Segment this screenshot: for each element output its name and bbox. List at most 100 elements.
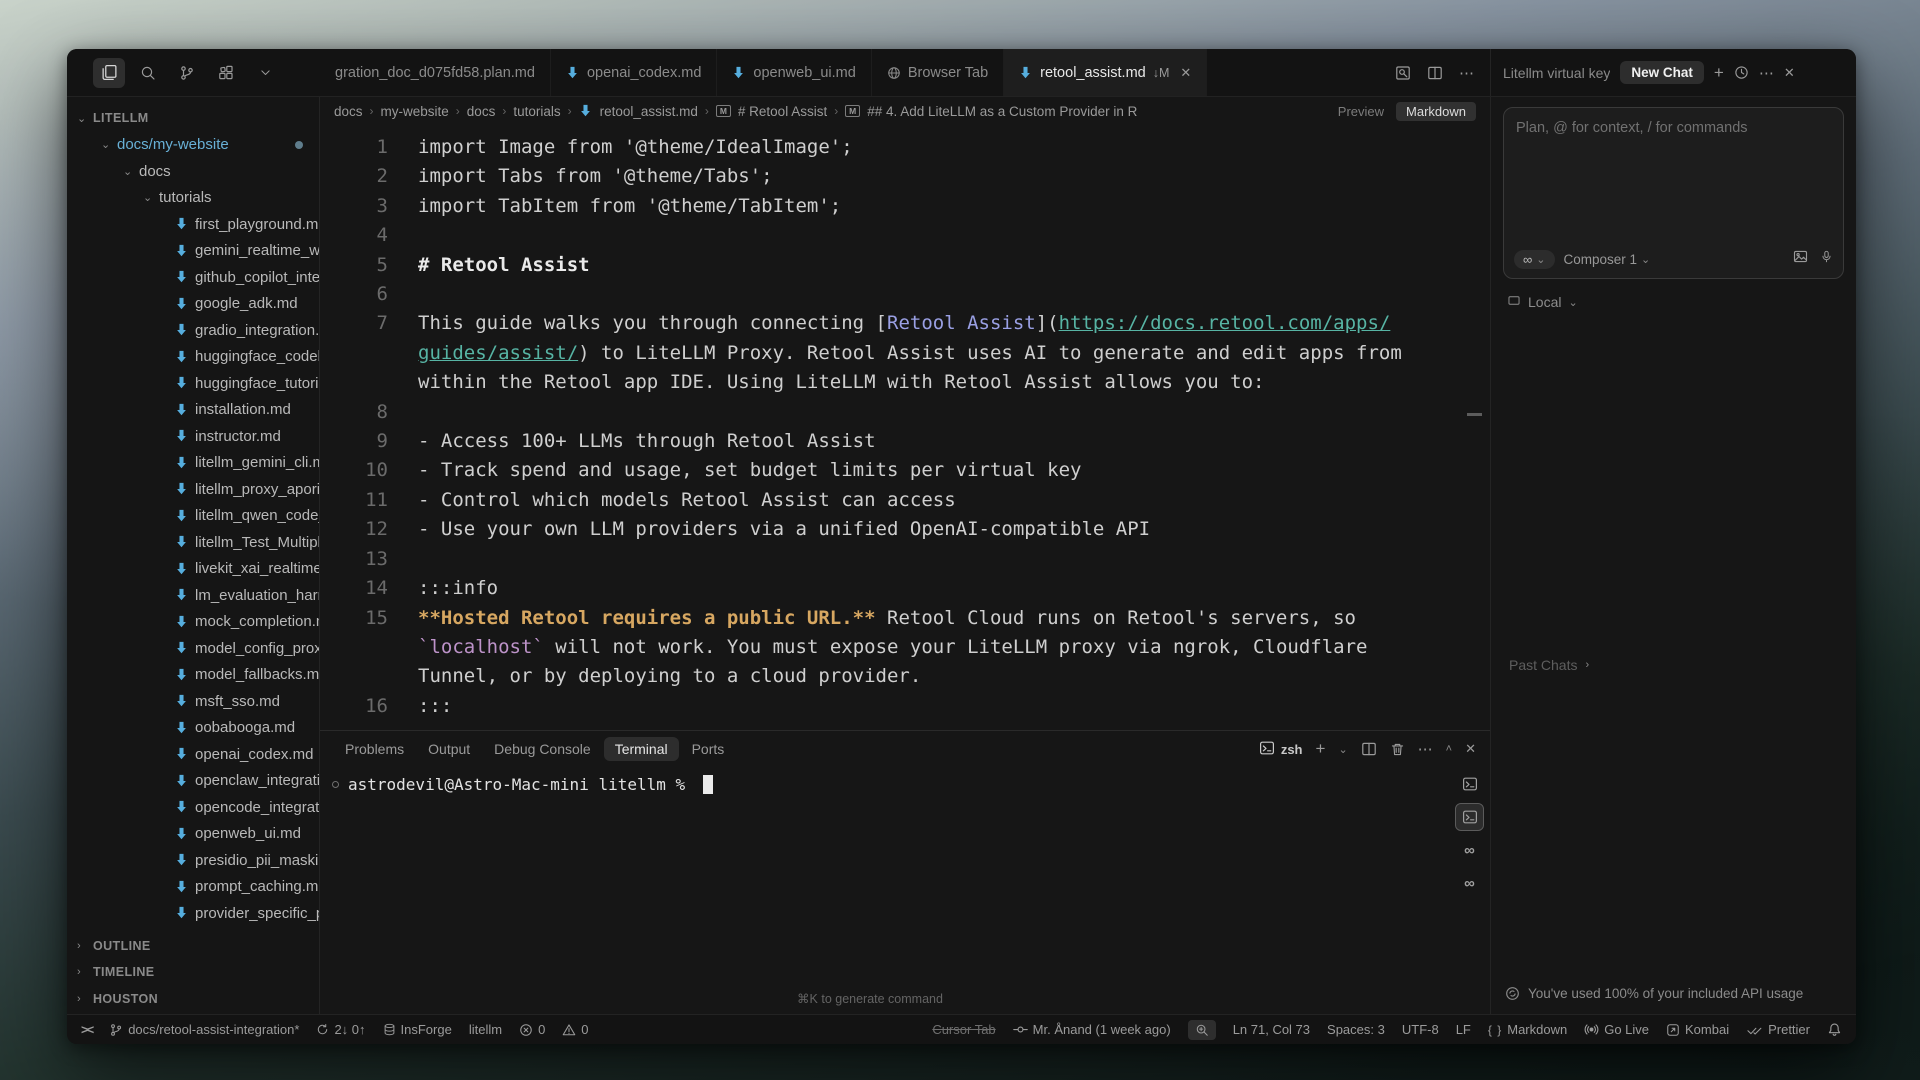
editor-tab[interactable]: Browser Tab xyxy=(872,49,1004,96)
status-item-2-0-[interactable]: 2↓ 0↑ xyxy=(316,1022,365,1037)
terminal-prompt-line[interactable]: astrodevil@Astro-Mac-mini litellm % xyxy=(320,767,1490,794)
source-control-icon[interactable] xyxy=(171,58,203,88)
status-item[interactable] xyxy=(1188,1020,1216,1040)
chat-input-box[interactable]: Plan, @ for context, / for commands ∞ ⌄ … xyxy=(1503,107,1844,279)
status-item-docs-retool-assist-integ[interactable]: docs/retool-assist-integration* xyxy=(109,1022,299,1037)
editor-tab[interactable]: gration_doc_d075fd58.plan.md xyxy=(320,49,551,96)
sidebar-project-header[interactable]: ⌄ LITELLM xyxy=(67,105,319,132)
status-item[interactable]: >< xyxy=(81,1022,92,1037)
file-tree-item[interactable]: openai_codex.md xyxy=(67,741,319,768)
infinity-icon[interactable]: ∞ xyxy=(1456,837,1483,863)
file-tree-item[interactable]: msft_sso.md xyxy=(67,688,319,715)
shell-chip[interactable]: zsh xyxy=(1259,740,1303,759)
editor-tab[interactable]: retool_assist.md↓M✕ xyxy=(1004,49,1207,96)
file-tree-item[interactable]: instructor.md xyxy=(67,423,319,450)
status-item-cursor-tab[interactable]: Cursor Tab xyxy=(932,1022,995,1037)
microphone-icon[interactable] xyxy=(1820,249,1833,269)
sidebar-section-outline[interactable]: ›OUTLINE xyxy=(67,933,319,960)
new-terminal-icon[interactable]: + xyxy=(1316,739,1326,759)
tree-item-tutorials[interactable]: ⌄ tutorials xyxy=(67,185,319,212)
panel-tab-debug-console[interactable]: Debug Console xyxy=(483,737,602,761)
terminal-dropdown-icon[interactable]: ⌄ xyxy=(1338,743,1347,756)
files-icon[interactable] xyxy=(93,58,125,88)
file-tree-item[interactable]: presidio_pii_masking.md xyxy=(67,847,319,874)
chat-history-icon[interactable] xyxy=(1734,65,1749,80)
chat-tab-previous[interactable]: Litellm virtual key xyxy=(1503,65,1610,81)
file-tree-item[interactable]: google_adk.md xyxy=(67,291,319,318)
maximize-panel-icon[interactable]: ˄ xyxy=(1446,743,1452,755)
search-icon[interactable] xyxy=(132,58,164,88)
markdown-mode-button[interactable]: Markdown xyxy=(1396,102,1476,121)
file-tree-item[interactable]: litellm_Test_Multiple_Pr... xyxy=(67,529,319,556)
file-tree-item[interactable]: huggingface_tutorial.md xyxy=(67,370,319,397)
tree-item-root[interactable]: ⌄ docs/my-website xyxy=(67,132,319,159)
preview-button[interactable]: Preview xyxy=(1338,104,1384,119)
file-tree-item[interactable]: oobabooga.md xyxy=(67,715,319,742)
extensions-icon[interactable] xyxy=(210,58,242,88)
breadcrumb-item[interactable]: my-website xyxy=(381,104,449,119)
status-item-utf-8[interactable]: UTF-8 xyxy=(1402,1022,1439,1037)
infinity-icon[interactable]: ∞ xyxy=(1456,870,1483,896)
file-tree-item[interactable]: litellm_qwen_code_cli.md xyxy=(67,503,319,530)
status-item-spaces-3[interactable]: Spaces: 3 xyxy=(1327,1022,1385,1037)
status-item-0[interactable]: 0 xyxy=(562,1022,588,1037)
model-selector[interactable]: Composer 1 ⌄ xyxy=(1564,252,1651,267)
chat-tab-new-chat[interactable]: New Chat xyxy=(1620,61,1704,84)
status-item[interactable] xyxy=(1827,1022,1842,1037)
status-item-ln-71-col-73[interactable]: Ln 71, Col 73 xyxy=(1233,1022,1310,1037)
close-panel-icon[interactable]: ✕ xyxy=(1465,741,1476,757)
chevron-down-icon[interactable] xyxy=(249,58,281,88)
terminal-icon[interactable] xyxy=(1456,804,1483,830)
file-tree-item[interactable]: huggingface_codellama... xyxy=(67,344,319,371)
agent-mode-pill[interactable]: ∞ ⌄ xyxy=(1514,250,1555,269)
panel-tab-ports[interactable]: Ports xyxy=(681,737,736,761)
new-chat-plus-icon[interactable]: + xyxy=(1714,63,1724,83)
past-chats-link[interactable]: Past Chats › xyxy=(1509,657,1589,673)
attach-image-icon[interactable] xyxy=(1792,249,1809,269)
file-tree-item[interactable]: github_copilot_integrati... xyxy=(67,264,319,291)
breadcrumb-item[interactable]: tutorials xyxy=(513,104,560,119)
sidebar-section-timeline[interactable]: ›TIMELINE xyxy=(67,959,319,986)
status-item-prettier[interactable]: Prettier xyxy=(1746,1022,1810,1037)
breadcrumb-item[interactable]: docs xyxy=(334,104,363,119)
status-item-litellm[interactable]: litellm xyxy=(469,1022,502,1037)
chat-more-icon[interactable]: ⋯ xyxy=(1759,64,1774,82)
file-tree-item[interactable]: model_config_proxy.md xyxy=(67,635,319,662)
panel-tab-terminal[interactable]: Terminal xyxy=(604,737,679,761)
terminal-icon[interactable] xyxy=(1456,771,1483,797)
file-tree-item[interactable]: gemini_realtime_with_a... xyxy=(67,238,319,265)
panel-tab-problems[interactable]: Problems xyxy=(334,737,415,761)
more-actions-icon[interactable]: ⋯ xyxy=(1459,64,1474,82)
file-tree-item[interactable]: installation.md xyxy=(67,397,319,424)
file-tree-item[interactable]: model_fallbacks.md xyxy=(67,662,319,689)
tree-item-docs[interactable]: ⌄ docs xyxy=(67,158,319,185)
file-tree-item[interactable]: provider_specific_para... xyxy=(67,900,319,927)
kill-terminal-icon[interactable] xyxy=(1390,742,1405,757)
chat-close-icon[interactable]: ✕ xyxy=(1784,65,1795,81)
file-tree-item[interactable]: openclaw_integration.md xyxy=(67,768,319,795)
panel-more-icon[interactable]: ⋯ xyxy=(1418,740,1433,758)
editor-tab[interactable]: openweb_ui.md xyxy=(717,49,871,96)
split-terminal-icon[interactable] xyxy=(1361,741,1377,757)
tab-close-icon[interactable]: ✕ xyxy=(1180,65,1191,81)
file-tree-item[interactable]: gradio_integration.md xyxy=(67,317,319,344)
file-tree-item[interactable]: first_playground.md xyxy=(67,211,319,238)
status-item-insforge[interactable]: InsForge xyxy=(383,1022,452,1037)
status-item-mr-nand-1-week-ago-[interactable]: Mr. Ånand (1 week ago) xyxy=(1013,1022,1171,1037)
panel-tab-output[interactable]: Output xyxy=(417,737,481,761)
file-tree-item[interactable]: livekit_xai_realtime.md xyxy=(67,556,319,583)
status-item-go-live[interactable]: Go Live xyxy=(1584,1022,1649,1037)
file-tree-item[interactable]: mock_completion.md xyxy=(67,609,319,636)
file-tree-item[interactable]: openweb_ui.md xyxy=(67,821,319,848)
code-editor[interactable]: 1import Image from '@theme/IdealImage';2… xyxy=(320,125,1490,730)
split-editor-icon[interactable] xyxy=(1427,65,1443,81)
open-preview-icon[interactable] xyxy=(1395,65,1411,81)
environment-selector[interactable]: Local ⌄ xyxy=(1503,294,1844,310)
status-item-kombai[interactable]: Kombai xyxy=(1666,1022,1729,1037)
breadcrumb-anchor[interactable]: # Retool Assist xyxy=(738,104,827,119)
file-tree-item[interactable]: litellm_gemini_cli.md xyxy=(67,450,319,477)
status-item-markdown[interactable]: { }Markdown xyxy=(1488,1022,1567,1037)
editor-tab[interactable]: openai_codex.md xyxy=(551,49,717,96)
scrollbar-marker[interactable] xyxy=(1467,413,1482,416)
sidebar-section-houston[interactable]: ›HOUSTON xyxy=(67,986,319,1013)
